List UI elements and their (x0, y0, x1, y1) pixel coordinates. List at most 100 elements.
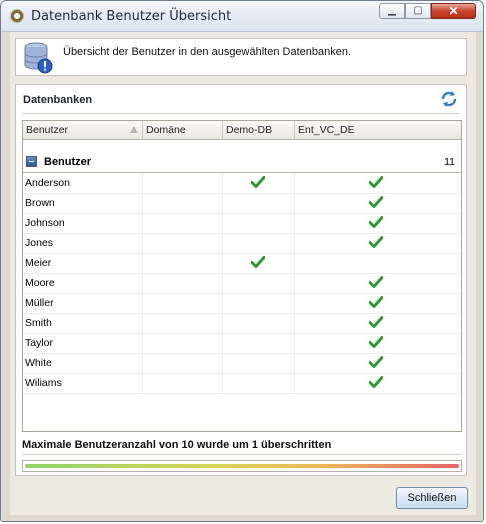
user-name: Anderson (25, 177, 70, 189)
cell-domaene (143, 213, 223, 233)
user-name: Johnson (25, 217, 65, 229)
cell-domaene (143, 353, 223, 373)
cell-benutzer: Meier (23, 253, 143, 273)
section-divider (22, 113, 460, 114)
cell-demo-db (223, 353, 295, 373)
check-icon (368, 335, 384, 348)
cell-domaene (143, 233, 223, 253)
table-row[interactable]: Wiliams (23, 373, 461, 394)
cell-benutzer: Jones (23, 233, 143, 253)
cell-domaene (143, 273, 223, 293)
check-icon (368, 355, 384, 368)
table-row[interactable]: Taylor (23, 333, 461, 354)
user-name: White (25, 357, 52, 369)
check-icon (368, 235, 384, 248)
column-header-ent-vc-de[interactable]: Ent_VC_DE (295, 121, 461, 139)
sort-arrow-icon (130, 126, 138, 133)
table-row[interactable]: Johnson (23, 213, 461, 234)
cell-ent-vc-de (295, 353, 461, 373)
cell-benutzer: Taylor (23, 333, 143, 353)
dialog-client-area: Übersicht der Benutzer in den ausgewählt… (10, 32, 476, 515)
cell-benutzer: Brown (23, 193, 143, 213)
close-window-button[interactable]: ✕ (431, 3, 476, 19)
cell-demo-db (223, 173, 295, 193)
cell-ent-vc-de (295, 173, 461, 193)
minimize-button[interactable]: ▁ (379, 3, 405, 19)
cell-domaene (143, 333, 223, 353)
check-icon (250, 255, 266, 268)
column-header-demo-db[interactable]: Demo-DB (223, 121, 295, 139)
info-banner: Übersicht der Benutzer in den ausgewählt… (15, 38, 467, 76)
window-title: Datenbank Benutzer Übersicht (31, 9, 232, 24)
user-limit-progress-bar (22, 460, 462, 472)
column-header-benutzer[interactable]: Benutzer (23, 121, 143, 139)
cell-ent-vc-de (295, 253, 461, 273)
check-icon (368, 375, 384, 388)
app-icon (10, 9, 24, 23)
user-name: Meier (25, 257, 52, 269)
group-label: Benutzer (44, 156, 92, 168)
cell-domaene (143, 193, 223, 213)
cell-demo-db (223, 213, 295, 233)
warning-divider (22, 454, 462, 455)
cell-benutzer: Moore (23, 273, 143, 293)
cell-ent-vc-de (295, 313, 461, 333)
cell-ent-vc-de (295, 293, 461, 313)
user-name: Moore (25, 277, 55, 289)
cell-demo-db (223, 293, 295, 313)
database-warning-icon (24, 42, 53, 74)
table-row[interactable]: Moore (23, 273, 461, 294)
group-count: 11 (444, 156, 455, 168)
grid-header: Benutzer Domäne Demo-DB Ent_VC_DE (23, 121, 461, 140)
users-grid[interactable]: Benutzer Domäne Demo-DB Ent_VC_DE Benutz… (22, 120, 462, 432)
table-row[interactable]: Meier (23, 253, 461, 274)
cell-demo-db (223, 253, 295, 273)
user-name: Müller (25, 297, 54, 309)
dialog-window: Datenbank Benutzer Übersicht ▁ ▢ ✕ Übers… (0, 0, 484, 522)
table-row[interactable]: Smith (23, 313, 461, 334)
user-name: Smith (25, 317, 52, 329)
info-text: Übersicht der Benutzer in den ausgewählt… (63, 46, 352, 58)
cell-demo-db (223, 233, 295, 253)
cell-ent-vc-de (295, 333, 461, 353)
table-row[interactable]: Müller (23, 293, 461, 314)
cell-demo-db (223, 193, 295, 213)
cell-domaene (143, 293, 223, 313)
collapse-icon[interactable] (26, 156, 37, 167)
cell-demo-db (223, 373, 295, 393)
table-row[interactable]: Brown (23, 193, 461, 214)
cell-domaene (143, 373, 223, 393)
user-name: Brown (25, 197, 55, 209)
check-icon (368, 195, 384, 208)
column-header-label: Benutzer (26, 124, 69, 136)
cell-domaene (143, 313, 223, 333)
check-icon (368, 275, 384, 288)
cell-domaene (143, 173, 223, 193)
cell-benutzer: Wiliams (23, 373, 143, 393)
user-name: Wiliams (25, 377, 62, 389)
cell-demo-db (223, 273, 295, 293)
cell-domaene (143, 253, 223, 273)
column-header-domaene[interactable]: Domäne (143, 121, 223, 139)
refresh-icon[interactable] (440, 90, 458, 108)
cell-ent-vc-de (295, 273, 461, 293)
cell-ent-vc-de (295, 213, 461, 233)
cell-ent-vc-de (295, 193, 461, 213)
cell-benutzer: Johnson (23, 213, 143, 233)
title-bar[interactable]: Datenbank Benutzer Übersicht ▁ ▢ ✕ (1, 1, 483, 32)
user-name: Jones (25, 237, 54, 249)
user-limit-warning: Maximale Benutzeranzahl von 10 wurde um … (22, 439, 332, 451)
group-row[interactable]: Benutzer 11 (23, 153, 461, 173)
cell-ent-vc-de (295, 373, 461, 393)
section-title: Datenbanken (23, 94, 93, 106)
user-name: Taylor (25, 337, 54, 349)
cell-benutzer: Müller (23, 293, 143, 313)
close-button[interactable]: Schließen (396, 487, 468, 509)
table-row[interactable]: Jones (23, 233, 461, 254)
table-row[interactable]: White (23, 353, 461, 374)
databases-panel: Datenbanken Benutzer Domäne Demo-DB Ent_… (15, 84, 467, 476)
check-icon (368, 215, 384, 228)
maximize-button[interactable]: ▢ (405, 3, 431, 19)
table-row[interactable]: Anderson (23, 173, 461, 194)
check-icon (250, 175, 266, 188)
